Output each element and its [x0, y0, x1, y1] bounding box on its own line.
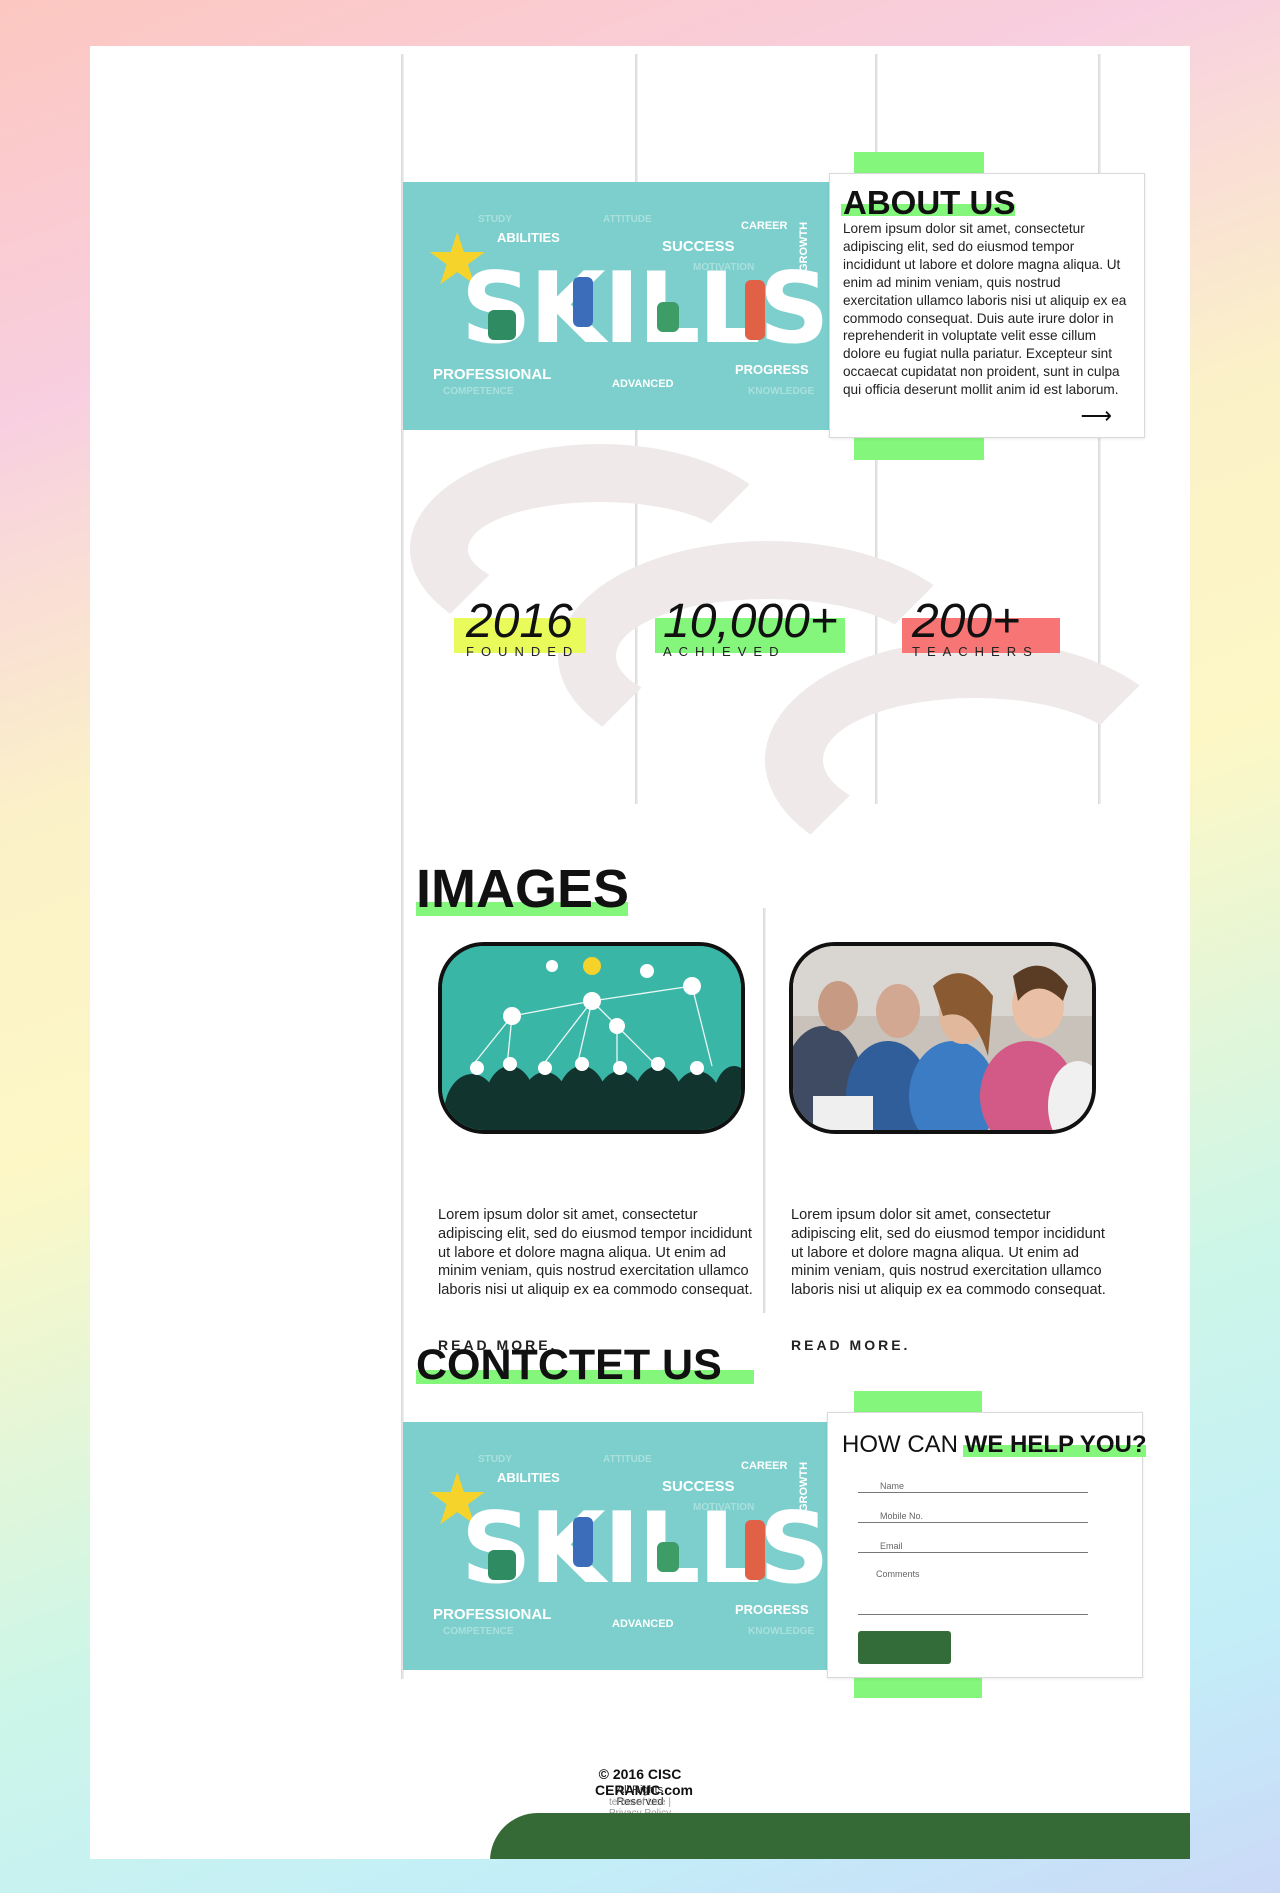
banner-tag-career: CAREER [741, 220, 788, 232]
person-figure [488, 310, 516, 340]
grid-line [763, 908, 766, 1313]
stat-teachers: 200+ TEACHERS [902, 595, 1060, 659]
banner-skills-word: SKILLS [461, 252, 829, 366]
mobile-field[interactable] [858, 1509, 1088, 1523]
banner-tag-professional: PROFESSIONAL [433, 1606, 552, 1623]
banner-tag-advanced: ADVANCED [612, 1618, 674, 1630]
banner-faint-word: COMPETENCE [443, 386, 514, 397]
email-field[interactable] [858, 1539, 1088, 1553]
stat-achieved: 10,000+ ACHIEVED [655, 595, 845, 659]
person-figure [657, 1542, 679, 1572]
page: STUDY ATTITUDE MOTIVATION KNOWLEDGE COMP… [90, 46, 1190, 1859]
decorative-ring [765, 640, 1185, 880]
accent-bar [854, 1677, 982, 1698]
banner-tag-success: SUCCESS [662, 1478, 735, 1495]
accent-bar [854, 1391, 982, 1412]
banner-faint-word: ATTITUDE [603, 214, 652, 225]
banner-tag-success: SUCCESS [662, 238, 735, 255]
person-figure [488, 1550, 516, 1580]
network-illustration [442, 946, 741, 1130]
banner-faint-word: KNOWLEDGE [748, 386, 815, 397]
students-photo [789, 942, 1096, 1134]
accent-bar [854, 438, 984, 460]
about-card: ABOUT US Lorem ipsum dolor sit amet, con… [829, 173, 1145, 438]
banner-tag-progress: PROGRESS [735, 1602, 809, 1617]
person-figure [657, 302, 679, 332]
students-illustration [793, 946, 1092, 1130]
stat-label: TEACHERS [912, 644, 1039, 659]
banner-skills-word: SKILLS [461, 1492, 829, 1606]
banner-tag-growth: GROWTH [798, 221, 810, 272]
person-figure [573, 277, 593, 327]
banner-faint-word: KNOWLEDGE [748, 1626, 815, 1637]
banner-tag-abilities: ABILITIES [497, 230, 560, 245]
stat-value: 2016 [466, 595, 573, 648]
person-figure [573, 1517, 593, 1567]
banner-tag-abilities: ABILITIES [497, 1470, 560, 1485]
banner-faint-word: ATTITUDE [603, 1454, 652, 1465]
terms-link[interactable]: terms of Use [609, 1797, 666, 1808]
footer-separator: | [668, 1797, 672, 1808]
stat-founded: 2016 FOUNDED [454, 595, 586, 659]
contact-section-title: CONTCTET US [416, 1341, 754, 1390]
images-section-title: IMAGES [416, 859, 630, 919]
banner-tag-growth: GROWTH [798, 1461, 810, 1512]
stat-value: 10,000+ [663, 595, 838, 648]
stat-label: ACHIEVED [663, 644, 786, 659]
banner-tag-professional: PROFESSIONAL [433, 366, 552, 383]
comments-field[interactable] [858, 1567, 1088, 1615]
banner-tag-progress: PROGRESS [735, 362, 809, 377]
images-card-text: Lorem ipsum dolor sit amet, consectetur … [438, 1207, 753, 1299]
accent-bar [854, 152, 984, 174]
contact-form-title: HOW CAN WE HELP YOU? [842, 1431, 1147, 1458]
images-card-text: Lorem ipsum dolor sit amet, consectetur … [791, 1207, 1106, 1299]
footer-green-shape [490, 1813, 1190, 1859]
banner-tag-career: CAREER [741, 1460, 788, 1472]
read-more-link[interactable]: READ MORE. [791, 1337, 910, 1353]
person-figure [745, 280, 765, 340]
network-people-image [438, 942, 745, 1134]
about-text: Lorem ipsum dolor sit amet, consectetur … [843, 221, 1127, 398]
banner-faint-word: COMPETENCE [443, 1626, 514, 1637]
name-field[interactable] [858, 1479, 1088, 1493]
skills-banner-image: STUDY ATTITUDE MOTIVATION KNOWLEDGE COMP… [403, 1422, 830, 1670]
person-figure [745, 1520, 765, 1580]
skills-banner-image: STUDY ATTITUDE MOTIVATION KNOWLEDGE COMP… [403, 182, 830, 430]
arrow-right-icon[interactable]: ⟶ [1080, 403, 1112, 429]
submit-button[interactable] [858, 1631, 951, 1664]
banner-tag-advanced: ADVANCED [612, 378, 674, 390]
stat-label: FOUNDED [466, 644, 580, 659]
stat-value: 200+ [912, 595, 1021, 648]
about-title: ABOUT US [840, 184, 1016, 221]
contact-form-card: HOW CAN WE HELP YOU? Name Mobile No. Ema… [827, 1412, 1147, 1678]
